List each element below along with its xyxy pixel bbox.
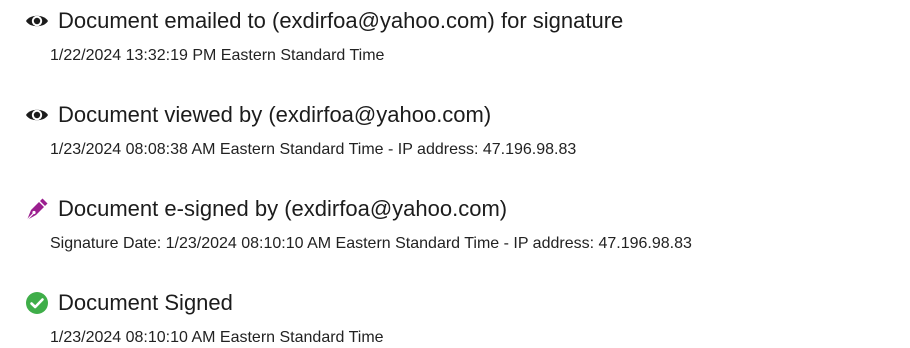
event-title: Document emailed to (exdirfoa@yahoo.com)… (58, 8, 624, 33)
event-title: Document viewed by (exdirfoa@yahoo.com) (58, 102, 492, 127)
event-title: Document Signed (58, 290, 233, 315)
event-timestamp: 1/23/2024 08:08:38 AM Eastern Standard T… (50, 141, 577, 158)
event-timestamp: Signature Date: 1/23/2024 08:10:10 AM Ea… (50, 235, 692, 252)
check-circle-icon (24, 290, 50, 316)
event-title: Document e-signed by (exdirfoa@yahoo.com… (58, 196, 508, 221)
event-title-row: Document emailed to (exdirfoa@yahoo.com)… (24, 4, 623, 38)
event-title-row: Document e-signed by (exdirfoa@yahoo.com… (24, 192, 507, 226)
event-timestamp: 1/22/2024 13:32:19 PM Eastern Standard T… (50, 47, 385, 64)
pen-icon (24, 196, 50, 222)
event-timestamp: 1/23/2024 08:10:10 AM Eastern Standard T… (50, 329, 384, 346)
event-title-row: Document viewed by (exdirfoa@yahoo.com) (24, 98, 491, 132)
event-title-row: Document Signed (24, 286, 233, 320)
eye-icon (24, 102, 50, 128)
eye-icon (24, 8, 50, 34)
